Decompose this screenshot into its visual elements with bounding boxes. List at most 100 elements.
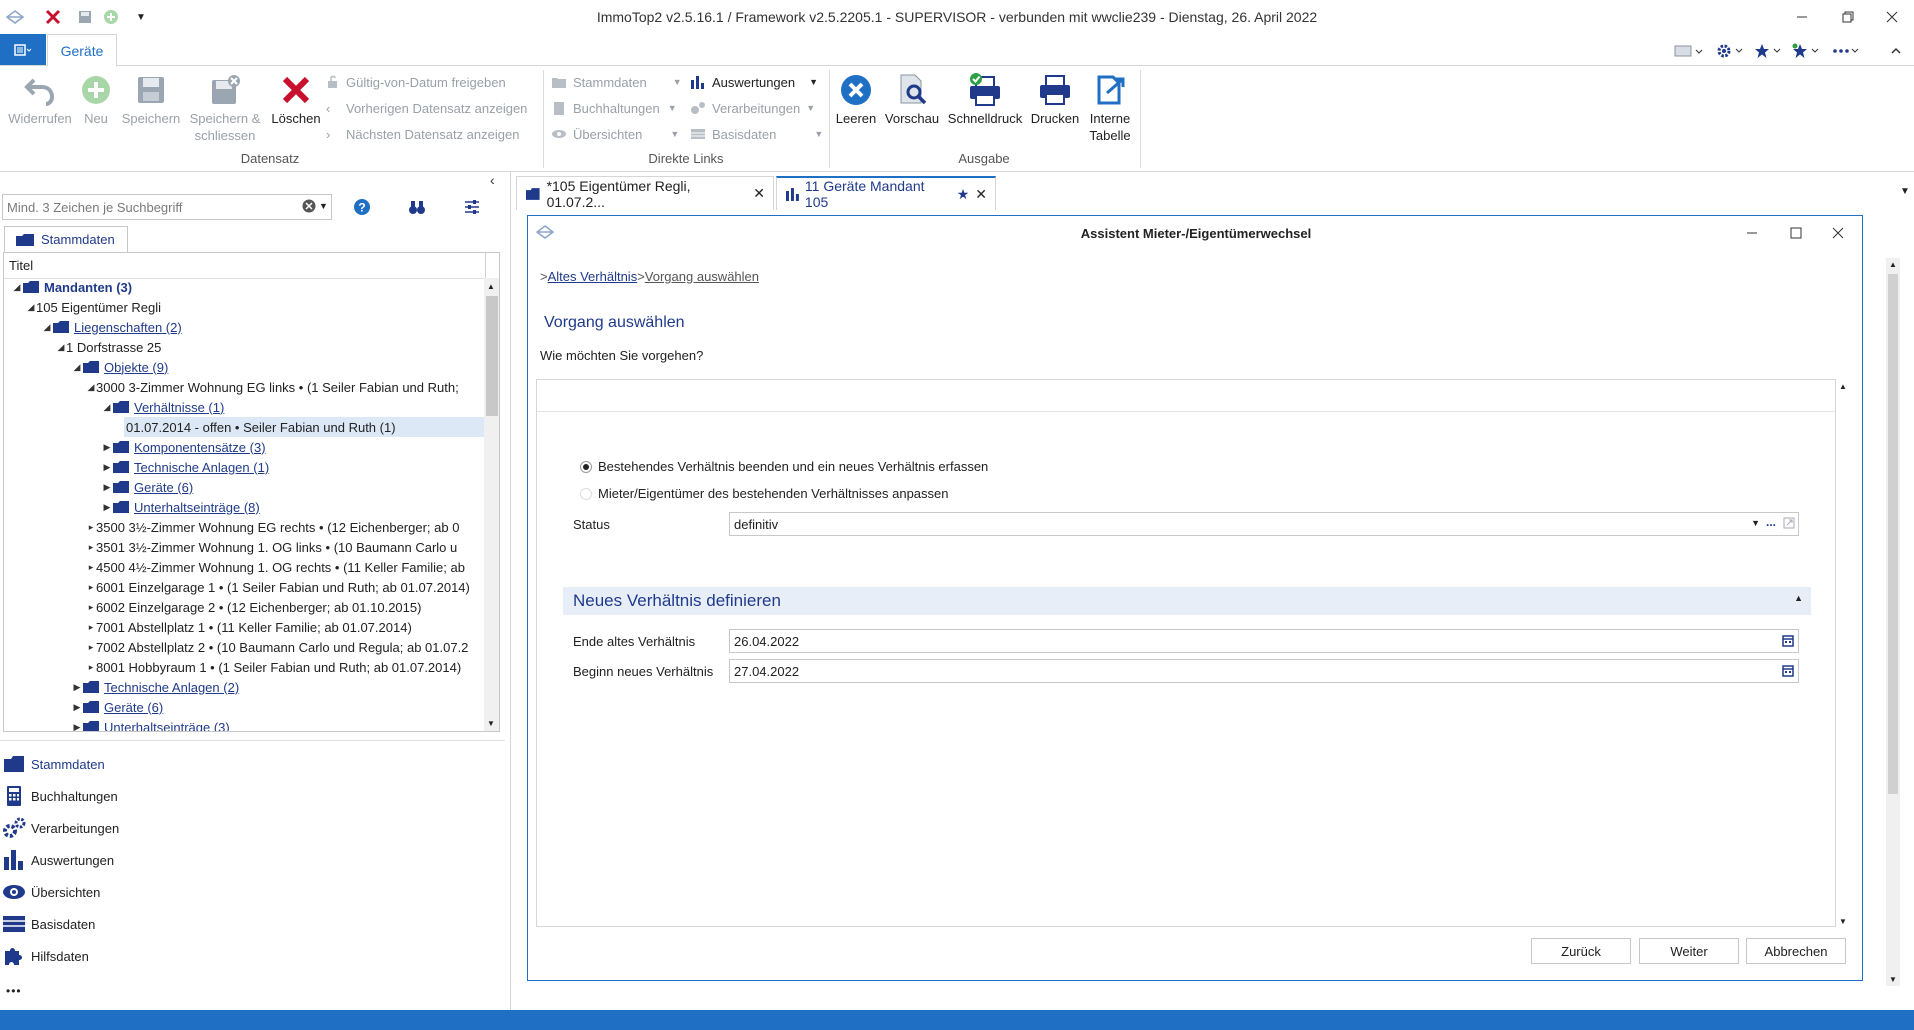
dropdown-arrow-icon[interactable]: ▼ <box>1751 518 1760 528</box>
expanded-icon[interactable]: ◢ <box>56 342 66 353</box>
nav-verarbeitungen[interactable]: Verarbeitungen <box>0 814 119 842</box>
collapsed-icon[interactable]: ▸ <box>86 542 96 553</box>
ellipsis-icon[interactable]: ... <box>1766 515 1776 529</box>
tree-node[interactable]: ▸ 6001 Einzelgarage 1 • (1 Seiler Fabian … <box>86 577 470 597</box>
nav-hilfsdaten[interactable]: Hilfsdaten <box>0 942 89 970</box>
tree-node[interactable]: ▸ 8001 Hobbyraum 1 • (1 Seiler Fabian und… <box>86 657 461 677</box>
loeschen-button[interactable]: Löschen <box>268 70 324 127</box>
scroll-up-icon[interactable]: ▲ <box>487 282 495 291</box>
dialog-minimize-icon[interactable] <box>1738 222 1766 244</box>
collapsed-icon[interactable]: ▸ <box>86 602 96 613</box>
nav-stammdaten[interactable]: Stammdaten <box>0 750 105 778</box>
collapsed-icon[interactable]: ▸ <box>86 562 96 573</box>
radio-icon[interactable] <box>580 487 592 500</box>
tree-node[interactable]: ◢ 3000 3-Zimmer Wohnung EG links • (1 Sei… <box>86 377 459 397</box>
search-input[interactable] <box>3 195 293 219</box>
tree-node[interactable]: ◢ Mandanten (3) <box>12 277 133 297</box>
file-menu-button[interactable] <box>0 34 46 65</box>
gueltig-button[interactable]: Gültig-von-Datum freigeben <box>326 71 506 93</box>
zurueck-button[interactable]: Zurück <box>1531 938 1631 964</box>
dialog-close-icon[interactable] <box>1824 222 1852 244</box>
filter-settings-icon[interactable] <box>463 198 481 216</box>
expanded-icon[interactable]: ◢ <box>12 282 22 293</box>
breadcrumb-altes-verhaeltnis[interactable]: Altes Verhältnis <box>548 269 638 284</box>
tree-node[interactable]: ▸ 3500 3½-Zimmer Wohnung EG rechts • (12 … <box>86 517 460 537</box>
collapsed-icon[interactable]: ▶ <box>102 502 112 513</box>
tab-list-dropdown-icon[interactable]: ▼ <box>1900 186 1910 197</box>
minimize-icon[interactable] <box>1780 4 1824 30</box>
vorschau-button[interactable]: Vorschau <box>880 70 944 127</box>
tree-node-selected[interactable]: 01.07.2014 - offen • Seiler Fabian und R… <box>124 417 484 437</box>
collapsed-icon[interactable]: ▶ <box>102 462 112 473</box>
nav-uebersichten[interactable]: Übersichten <box>0 878 100 906</box>
nav-basisdaten[interactable]: Basisdaten <box>0 910 95 938</box>
weiter-button[interactable]: Weiter <box>1639 938 1739 964</box>
status-select[interactable]: definitiv ▼ ... <box>729 512 1799 536</box>
collapsed-icon[interactable]: ▸ <box>86 582 96 593</box>
tab-stammdaten[interactable]: Stammdaten <box>4 226 128 252</box>
option-anpassen[interactable]: Mieter/Eigentümer des bestehenden Verhäl… <box>580 486 949 501</box>
link-basisdaten[interactable]: Basisdaten ▼ <box>690 123 823 145</box>
nav-buchhaltungen[interactable]: Buchhaltungen <box>0 782 118 810</box>
link-buchhaltungen[interactable]: Buchhaltungen ▼ <box>551 97 677 119</box>
dialog-maximize-icon[interactable] <box>1782 222 1810 244</box>
collapse-section-icon[interactable]: ▲ <box>1794 593 1803 603</box>
search-dropdown-icon[interactable]: ▼ <box>319 201 328 211</box>
tree-node[interactable]: ▶ Unterhaltseinträge (3) <box>72 717 230 731</box>
doc-tab-eigentuemer[interactable]: *105 Eigentümer Regli, 01.07.2... ✕ <box>516 176 774 210</box>
collapsed-icon[interactable]: ▸ <box>86 622 96 633</box>
settings-gear-icon[interactable] <box>1716 40 1746 62</box>
tree-node[interactable]: ▶ Technische Anlagen (2) <box>72 677 240 697</box>
tree-node[interactable]: ▶ Komponentensätze (3) <box>102 437 266 457</box>
collapsed-icon[interactable]: ▶ <box>72 682 82 693</box>
breadcrumb-vorgang-auswaehlen[interactable]: Vorgang auswählen <box>645 269 759 284</box>
tree-node[interactable]: ▸ 4500 4½-Zimmer Wohnung 1. OG rechts • (… <box>86 557 465 577</box>
interne-tabelle-button[interactable]: Interne Tabelle <box>1084 70 1136 144</box>
collapse-ribbon-icon[interactable] <box>1890 40 1902 62</box>
open-link-icon[interactable] <box>1783 517 1795 529</box>
drucken-button[interactable]: Drucken <box>1026 70 1084 127</box>
link-auswertungen[interactable]: Auswertungen ▼ <box>690 71 818 93</box>
tree-node[interactable]: ▸ 7002 Abstellplatz 2 • (10 Baumann Carlo… <box>86 637 469 657</box>
tree-node[interactable]: ▶ Geräte (6) <box>72 697 164 717</box>
favorites-add-icon[interactable] <box>1792 40 1822 62</box>
tree-scrollbar[interactable]: ▲ ▼ <box>484 278 499 731</box>
tab-geraete[interactable]: Geräte <box>47 34 117 67</box>
beginn-date-field[interactable]: 27.04.2022 <box>729 659 1799 683</box>
speichern-schliessen-button[interactable]: Speichern & schliessen <box>184 70 266 144</box>
close-icon[interactable] <box>1870 4 1914 30</box>
calendar-icon[interactable] <box>1782 634 1794 647</box>
scroll-down-icon[interactable]: ▼ <box>1839 917 1847 926</box>
favorite-star-icon[interactable]: ★ <box>957 186 970 203</box>
calendar-icon[interactable] <box>1782 664 1794 677</box>
scrollbar-thumb[interactable] <box>1888 274 1898 794</box>
expanded-icon[interactable]: ◢ <box>102 402 112 413</box>
neu-button[interactable]: Neu <box>78 70 114 127</box>
collapsed-icon[interactable]: ▶ <box>102 482 112 493</box>
collapsed-icon[interactable]: ▸ <box>86 642 96 653</box>
tree-node[interactable]: ◢ 1 Dorfstrasse 25 <box>56 337 162 357</box>
vorheriger-datensatz-button[interactable]: ‹ Vorherigen Datensatz anzeigen <box>326 97 527 119</box>
nav-auswertungen[interactable]: Auswertungen <box>0 846 114 874</box>
naechster-datensatz-button[interactable]: › Nächsten Datensatz anzeigen <box>326 123 519 145</box>
more-nav-icon[interactable]: ••• <box>6 984 22 998</box>
tree-node[interactable]: ◢ Objekte (9) <box>72 357 169 377</box>
collapsed-icon[interactable]: ▶ <box>102 442 112 453</box>
link-stammdaten[interactable]: Stammdaten ▼ <box>551 71 682 93</box>
tree-node[interactable]: ◢ Verhältnisse (1) <box>102 397 225 417</box>
schnelldruck-button[interactable]: Schnelldruck <box>944 70 1026 127</box>
tree-node[interactable]: ▸ 7001 Abstellplatz 1 • (11 Keller Famili… <box>86 617 412 637</box>
close-tab-icon[interactable]: ✕ <box>975 186 987 203</box>
expanded-icon[interactable]: ◢ <box>72 362 82 373</box>
link-uebersichten[interactable]: Übersichten ▼ <box>551 123 679 145</box>
clear-search-icon[interactable] <box>302 199 316 213</box>
panel-scrollbar[interactable]: ▲ ▼ <box>1837 380 1851 928</box>
more-options-icon[interactable] <box>1832 40 1862 62</box>
section-header[interactable]: Neues Verhältnis definieren ▲ <box>563 587 1811 615</box>
layout-icon[interactable] <box>1674 40 1704 62</box>
scroll-down-icon[interactable]: ▼ <box>1889 975 1897 984</box>
tree-node[interactable]: ▶ Unterhaltseinträge (8) <box>102 497 260 517</box>
ende-date-field[interactable]: 26.04.2022 <box>729 629 1799 653</box>
collapsed-icon[interactable]: ▸ <box>86 662 96 673</box>
link-verarbeitungen[interactable]: Verarbeitungen ▼ <box>690 97 815 119</box>
